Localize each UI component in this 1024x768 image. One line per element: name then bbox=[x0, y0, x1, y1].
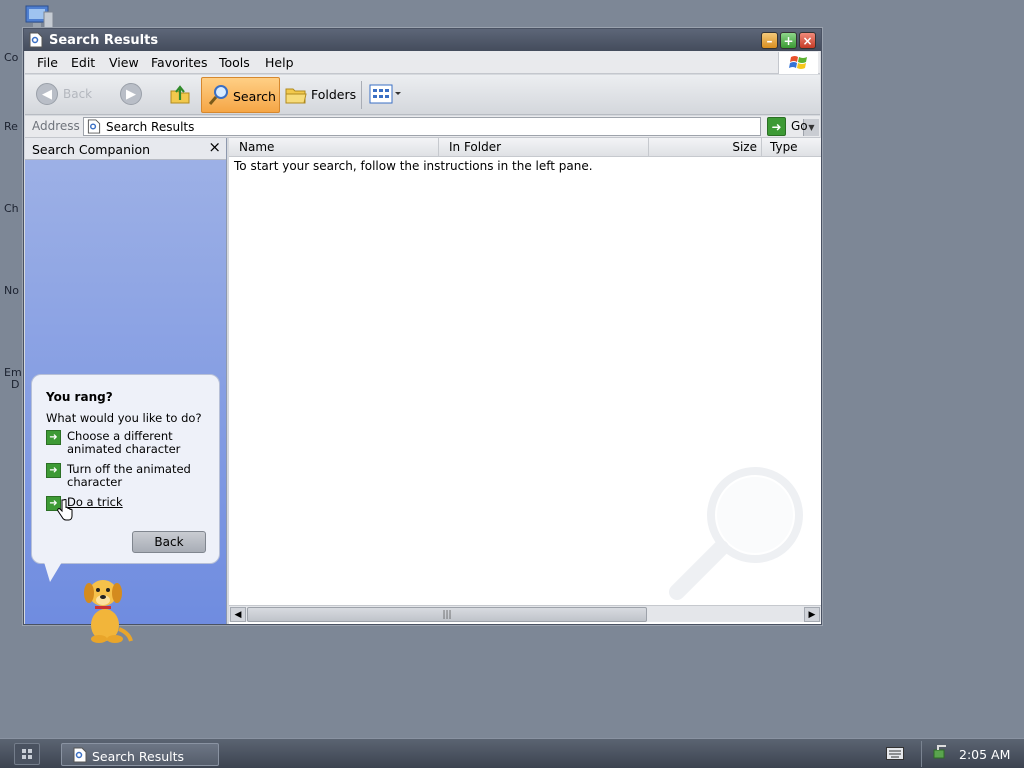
desktop-label-fragment[interactable]: Co bbox=[4, 51, 24, 64]
chevron-left-icon: ◀ bbox=[234, 609, 242, 620]
assistant-balloon: You rang? What would you like to do? ➜ C… bbox=[31, 374, 220, 564]
back-button[interactable]: ◀ bbox=[36, 83, 58, 105]
clock[interactable]: 2:05 AM bbox=[959, 747, 1010, 762]
window-title: Search Results bbox=[49, 33, 159, 48]
keyboard-icon[interactable] bbox=[886, 747, 904, 760]
column-header-label: Name bbox=[239, 140, 275, 154]
column-header-label: Size bbox=[732, 140, 757, 154]
go-arrow-icon: ➜ bbox=[771, 119, 782, 134]
taskbar-search-results-button[interactable]: Search Results bbox=[61, 743, 219, 766]
start-button[interactable] bbox=[14, 743, 40, 765]
address-field[interactable]: Search Results ▼ bbox=[83, 117, 819, 136]
magnifier-icon bbox=[208, 85, 228, 105]
desktop-label-fragment[interactable]: Ch bbox=[4, 202, 24, 215]
hand-cursor-icon bbox=[57, 499, 73, 521]
folders-icon[interactable] bbox=[285, 85, 307, 105]
folders-button-label[interactable]: Folders bbox=[311, 87, 356, 102]
scroll-left-button[interactable]: ◀ bbox=[230, 607, 246, 622]
menu-tools[interactable]: Tools bbox=[219, 55, 250, 70]
menu-edit[interactable]: Edit bbox=[71, 55, 95, 70]
chevron-down-icon: ▼ bbox=[808, 123, 815, 132]
close-pane-icon[interactable]: × bbox=[208, 138, 221, 156]
companion-title: Search Companion bbox=[32, 142, 151, 157]
menu-help[interactable]: Help bbox=[265, 55, 294, 70]
grip-icon: ||| bbox=[442, 609, 452, 620]
address-value: Search Results bbox=[106, 120, 195, 134]
forward-arrow-icon: ▶ bbox=[126, 86, 136, 102]
forward-button[interactable]: ▶ bbox=[120, 83, 142, 105]
column-header-size[interactable]: Size bbox=[649, 138, 762, 157]
views-icon[interactable] bbox=[369, 84, 401, 104]
windows-flag-icon bbox=[789, 56, 807, 69]
go-button[interactable]: ➜ bbox=[767, 117, 786, 136]
search-document-icon bbox=[29, 32, 43, 48]
title-bar[interactable]: Search Results – + × bbox=[24, 29, 821, 51]
search-companion-pane: Search Companion × You rang? What would … bbox=[25, 138, 227, 643]
windows-logo bbox=[778, 52, 818, 74]
scrollbar-thumb[interactable]: ||| bbox=[247, 607, 647, 622]
option-label[interactable]: Choose a different animated character bbox=[67, 430, 217, 456]
search-document-icon bbox=[87, 119, 101, 134]
balloon-question: What would you like to do? bbox=[46, 411, 202, 425]
toolbar-separator bbox=[361, 81, 362, 109]
menu-file[interactable]: File bbox=[37, 55, 58, 70]
desktop-label-fragment[interactable]: Re bbox=[4, 120, 24, 133]
back-button-label: Back bbox=[63, 87, 93, 101]
chevron-right-icon: ▶ bbox=[808, 609, 816, 620]
up-folder-icon[interactable] bbox=[169, 83, 191, 105]
companion-header: Search Companion × bbox=[25, 138, 226, 160]
network-icon[interactable] bbox=[932, 744, 948, 760]
magnifier-watermark-icon bbox=[669, 467, 803, 600]
option-label[interactable]: Do a trick bbox=[67, 496, 217, 509]
search-button-label: Search bbox=[233, 89, 276, 104]
green-arrow-icon: ➜ bbox=[46, 430, 61, 445]
column-header-type[interactable]: Type bbox=[762, 138, 821, 157]
column-header-row: Name In Folder Size Type bbox=[229, 138, 821, 157]
green-arrow-icon: ➜ bbox=[46, 463, 61, 478]
column-header-name[interactable]: Name bbox=[229, 138, 439, 157]
address-label: Address bbox=[32, 119, 80, 133]
menu-favorites[interactable]: Favorites bbox=[151, 55, 207, 70]
minimize-button[interactable]: – bbox=[761, 32, 778, 49]
search-button[interactable]: Search bbox=[201, 77, 280, 113]
taskbar-button-label: Search Results bbox=[92, 749, 185, 764]
address-bar: Address Search Results ▼ ➜ Go bbox=[25, 116, 820, 138]
maximize-button[interactable]: + bbox=[780, 32, 797, 49]
column-header-label: Type bbox=[770, 140, 798, 154]
taskbar: Search Results 2:05 AM bbox=[0, 738, 1024, 768]
horizontal-scrollbar[interactable]: ◀ ||| ▶ bbox=[229, 605, 821, 622]
menu-view[interactable]: View bbox=[109, 55, 139, 70]
option-label[interactable]: Turn off the animated character bbox=[67, 463, 217, 489]
scroll-right-button[interactable]: ▶ bbox=[804, 607, 820, 622]
desktop-label-fragment[interactable]: No bbox=[4, 284, 24, 297]
go-label[interactable]: Go bbox=[791, 119, 808, 133]
computer-desktop-icon[interactable] bbox=[24, 4, 54, 30]
rover-dog-character[interactable] bbox=[75, 573, 135, 645]
balloon-tail bbox=[44, 562, 62, 582]
results-instructions: To start your search, follow the instruc… bbox=[234, 159, 593, 173]
menu-bar: File Edit View Favorites Tools Help bbox=[25, 51, 820, 74]
close-button[interactable]: × bbox=[799, 32, 816, 49]
column-header-label: In Folder bbox=[449, 140, 502, 154]
back-arrow-icon: ◀ bbox=[42, 86, 52, 102]
column-header-in-folder[interactable]: In Folder bbox=[439, 138, 649, 157]
search-results-window: Search Results – + × File Edit View Favo… bbox=[23, 28, 822, 643]
standard-toolbar: ◀ Back ▶ Search Folders bbox=[25, 75, 820, 115]
results-pane: Name In Folder Size Type To start your s… bbox=[229, 138, 821, 624]
start-grid-icon bbox=[22, 749, 32, 759]
balloon-title: You rang? bbox=[46, 390, 113, 404]
balloon-back-button[interactable]: Back bbox=[132, 531, 206, 553]
system-tray: 2:05 AM bbox=[921, 741, 1024, 767]
search-document-icon bbox=[73, 747, 87, 763]
